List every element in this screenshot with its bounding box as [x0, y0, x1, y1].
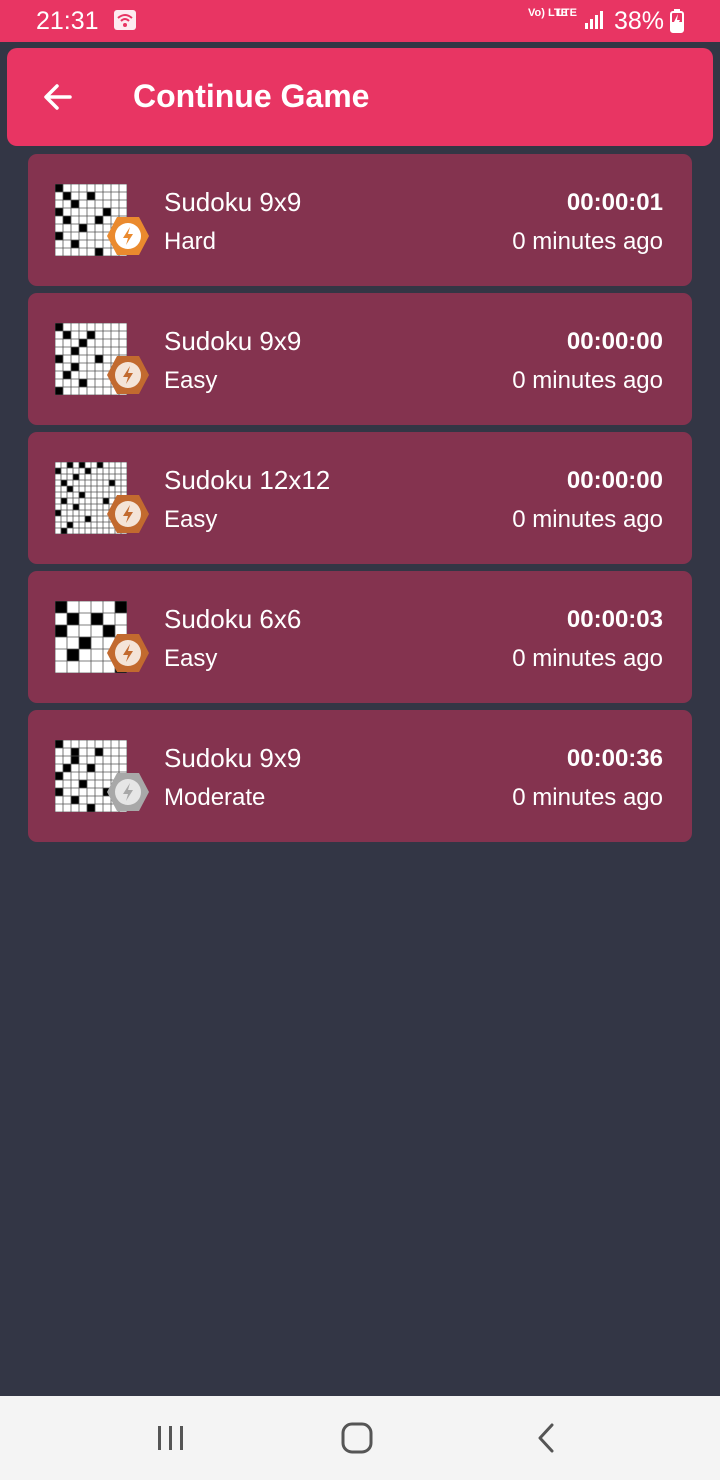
game-last-played: 0 minutes ago	[512, 228, 663, 255]
saved-game-card[interactable]: Sudoku 12x12 Easy 00:00:00 0 minutes ago	[28, 432, 692, 564]
saved-game-card[interactable]: Sudoku 9x9 Hard 00:00:01 0 minutes ago	[28, 154, 692, 286]
saved-games-list: Sudoku 9x9 Hard 00:00:01 0 minutes ago S…	[28, 154, 692, 849]
game-difficulty: Easy	[164, 367, 218, 394]
back-icon[interactable]	[532, 1421, 560, 1455]
app-bar: Continue Game	[7, 48, 713, 146]
system-nav-bar	[0, 1396, 720, 1480]
wifi-icon	[114, 10, 136, 30]
game-elapsed-time: 00:00:36	[566, 745, 663, 772]
game-elapsed-time: 00:00:01	[566, 189, 663, 216]
game-elapsed-time: 00:00:00	[566, 467, 663, 494]
lightning-badge-icon	[107, 217, 149, 255]
game-name: Sudoku 9x9	[164, 187, 302, 217]
game-name: Sudoku 9x9	[164, 743, 302, 773]
game-last-played: 0 minutes ago	[512, 367, 663, 394]
lightning-badge-icon	[107, 634, 149, 672]
status-bar: 21:31 Vo) LTE LTE 38%	[0, 0, 720, 42]
lightning-badge-icon	[107, 356, 149, 394]
game-elapsed-time: 00:00:00	[566, 328, 663, 355]
saved-game-card[interactable]: Sudoku 9x9 Moderate 00:00:36 0 minutes a…	[28, 710, 692, 842]
game-difficulty: Hard	[164, 228, 217, 255]
lightning-badge-icon	[107, 495, 149, 533]
game-difficulty: Moderate	[164, 784, 266, 811]
lte-indicator: LTE	[557, 7, 577, 19]
lightning-badge-icon	[107, 773, 149, 811]
game-name: Sudoku 9x9	[164, 326, 302, 356]
home-icon[interactable]	[340, 1421, 374, 1455]
recents-icon[interactable]	[155, 1422, 187, 1454]
game-last-played: 0 minutes ago	[512, 784, 663, 811]
status-time: 21:31	[36, 7, 99, 35]
saved-game-card[interactable]: Sudoku 9x9 Easy 00:00:00 0 minutes ago	[28, 293, 692, 425]
game-last-played: 0 minutes ago	[512, 645, 663, 672]
game-difficulty: Easy	[164, 506, 218, 533]
page-title: Continue Game	[133, 78, 370, 114]
battery-percent: 38%	[614, 7, 665, 35]
game-name: Sudoku 12x12	[164, 465, 331, 495]
game-name: Sudoku 6x6	[164, 604, 302, 634]
game-last-played: 0 minutes ago	[512, 506, 663, 533]
signal-icon	[585, 11, 603, 29]
game-elapsed-time: 00:00:03	[566, 606, 663, 633]
arrow-left-icon[interactable]	[37, 76, 79, 118]
game-difficulty: Easy	[164, 645, 218, 672]
saved-game-card[interactable]: Sudoku 6x6 Easy 00:00:03 0 minutes ago	[28, 571, 692, 703]
battery-charging-icon	[670, 9, 684, 33]
